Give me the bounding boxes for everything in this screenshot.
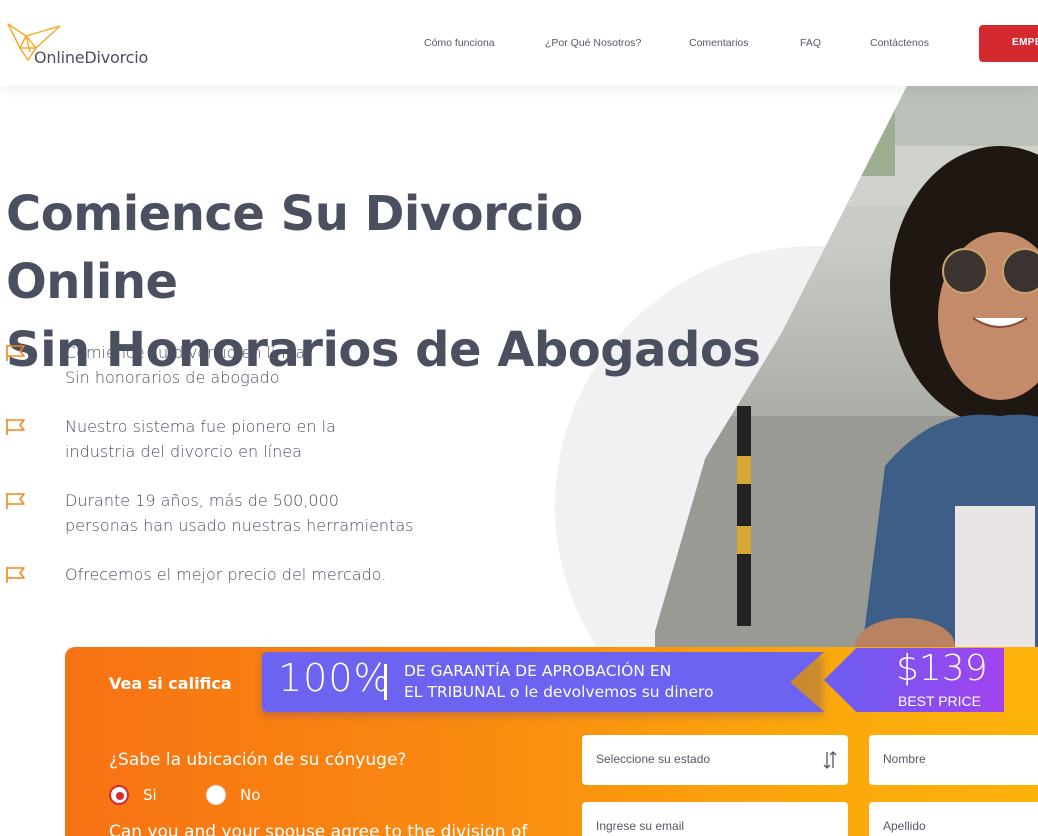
division-question: Can you and your spouse agree to the div…: [109, 822, 528, 836]
flag-icon: [6, 419, 25, 435]
flag-icon: [6, 493, 25, 509]
feature-text: Durante 19 años, más de 500,000 personas…: [65, 491, 414, 535]
email-field[interactable]: Ingrese su email: [582, 802, 848, 836]
feature-text: Nuestro sistema fue pionero en la indust…: [65, 417, 336, 461]
nav-contactenos[interactable]: Contáctenos: [870, 37, 929, 49]
radio-yes-label[interactable]: Si: [143, 786, 157, 804]
last-name-field[interactable]: Apellido: [869, 802, 1038, 836]
title-line-1: Comience Su Divorcio Online: [6, 186, 583, 310]
start-button[interactable]: EMPE: [979, 25, 1038, 62]
flag-icon: [6, 345, 25, 361]
sort-arrows-icon: [823, 751, 837, 769]
feature-text: Comience su divorcio en línea Sin honora…: [65, 343, 306, 387]
spouse-location-question: ¿Sabe la ubicación de su cónyuge?: [109, 750, 407, 770]
site-header: OnlineDivorcio Cómo funciona ¿Por Qué No…: [0, 0, 1038, 86]
nav-por-que-nosotros[interactable]: ¿Por Qué Nosotros?: [545, 37, 641, 49]
first-name-placeholder: Nombre: [883, 752, 926, 766]
flag-icon: [6, 567, 25, 583]
logo[interactable]: OnlineDivorcio: [6, 18, 166, 70]
state-select-value: Seleccione su estado: [596, 752, 711, 766]
radio-no[interactable]: [206, 785, 226, 805]
feature-text: Ofrecemos el mejor precio del mercado.: [65, 565, 387, 584]
banner-divider: [384, 664, 387, 700]
form-title: Vea si califica: [109, 674, 232, 693]
price-amount: $139: [896, 648, 988, 689]
radio-yes[interactable]: [109, 785, 129, 805]
state-select[interactable]: Seleccione su estado: [582, 735, 848, 785]
guarantee-percent: 100%: [278, 656, 391, 700]
guarantee-banner: 100% DE GARANTÍA DE APROBACIÓN EN EL TRI…: [262, 652, 824, 712]
email-placeholder: Ingrese su email: [596, 819, 685, 833]
last-name-placeholder: Apellido: [883, 819, 926, 833]
price-label: BEST PRICE: [898, 693, 981, 709]
brand-name: OnlineDivorcio: [34, 48, 149, 67]
nav-como-funciona[interactable]: Cómo funciona: [424, 37, 495, 49]
guarantee-text: DE GARANTÍA DE APROBACIÓN EN EL TRIBUNAL…: [404, 662, 714, 701]
nav-faq[interactable]: FAQ: [800, 37, 821, 49]
nav-comentarios[interactable]: Comentarios: [689, 37, 749, 49]
first-name-field[interactable]: Nombre: [869, 735, 1038, 785]
radio-no-label[interactable]: No: [240, 786, 260, 804]
price-tag: $139 BEST PRICE: [824, 648, 1004, 712]
